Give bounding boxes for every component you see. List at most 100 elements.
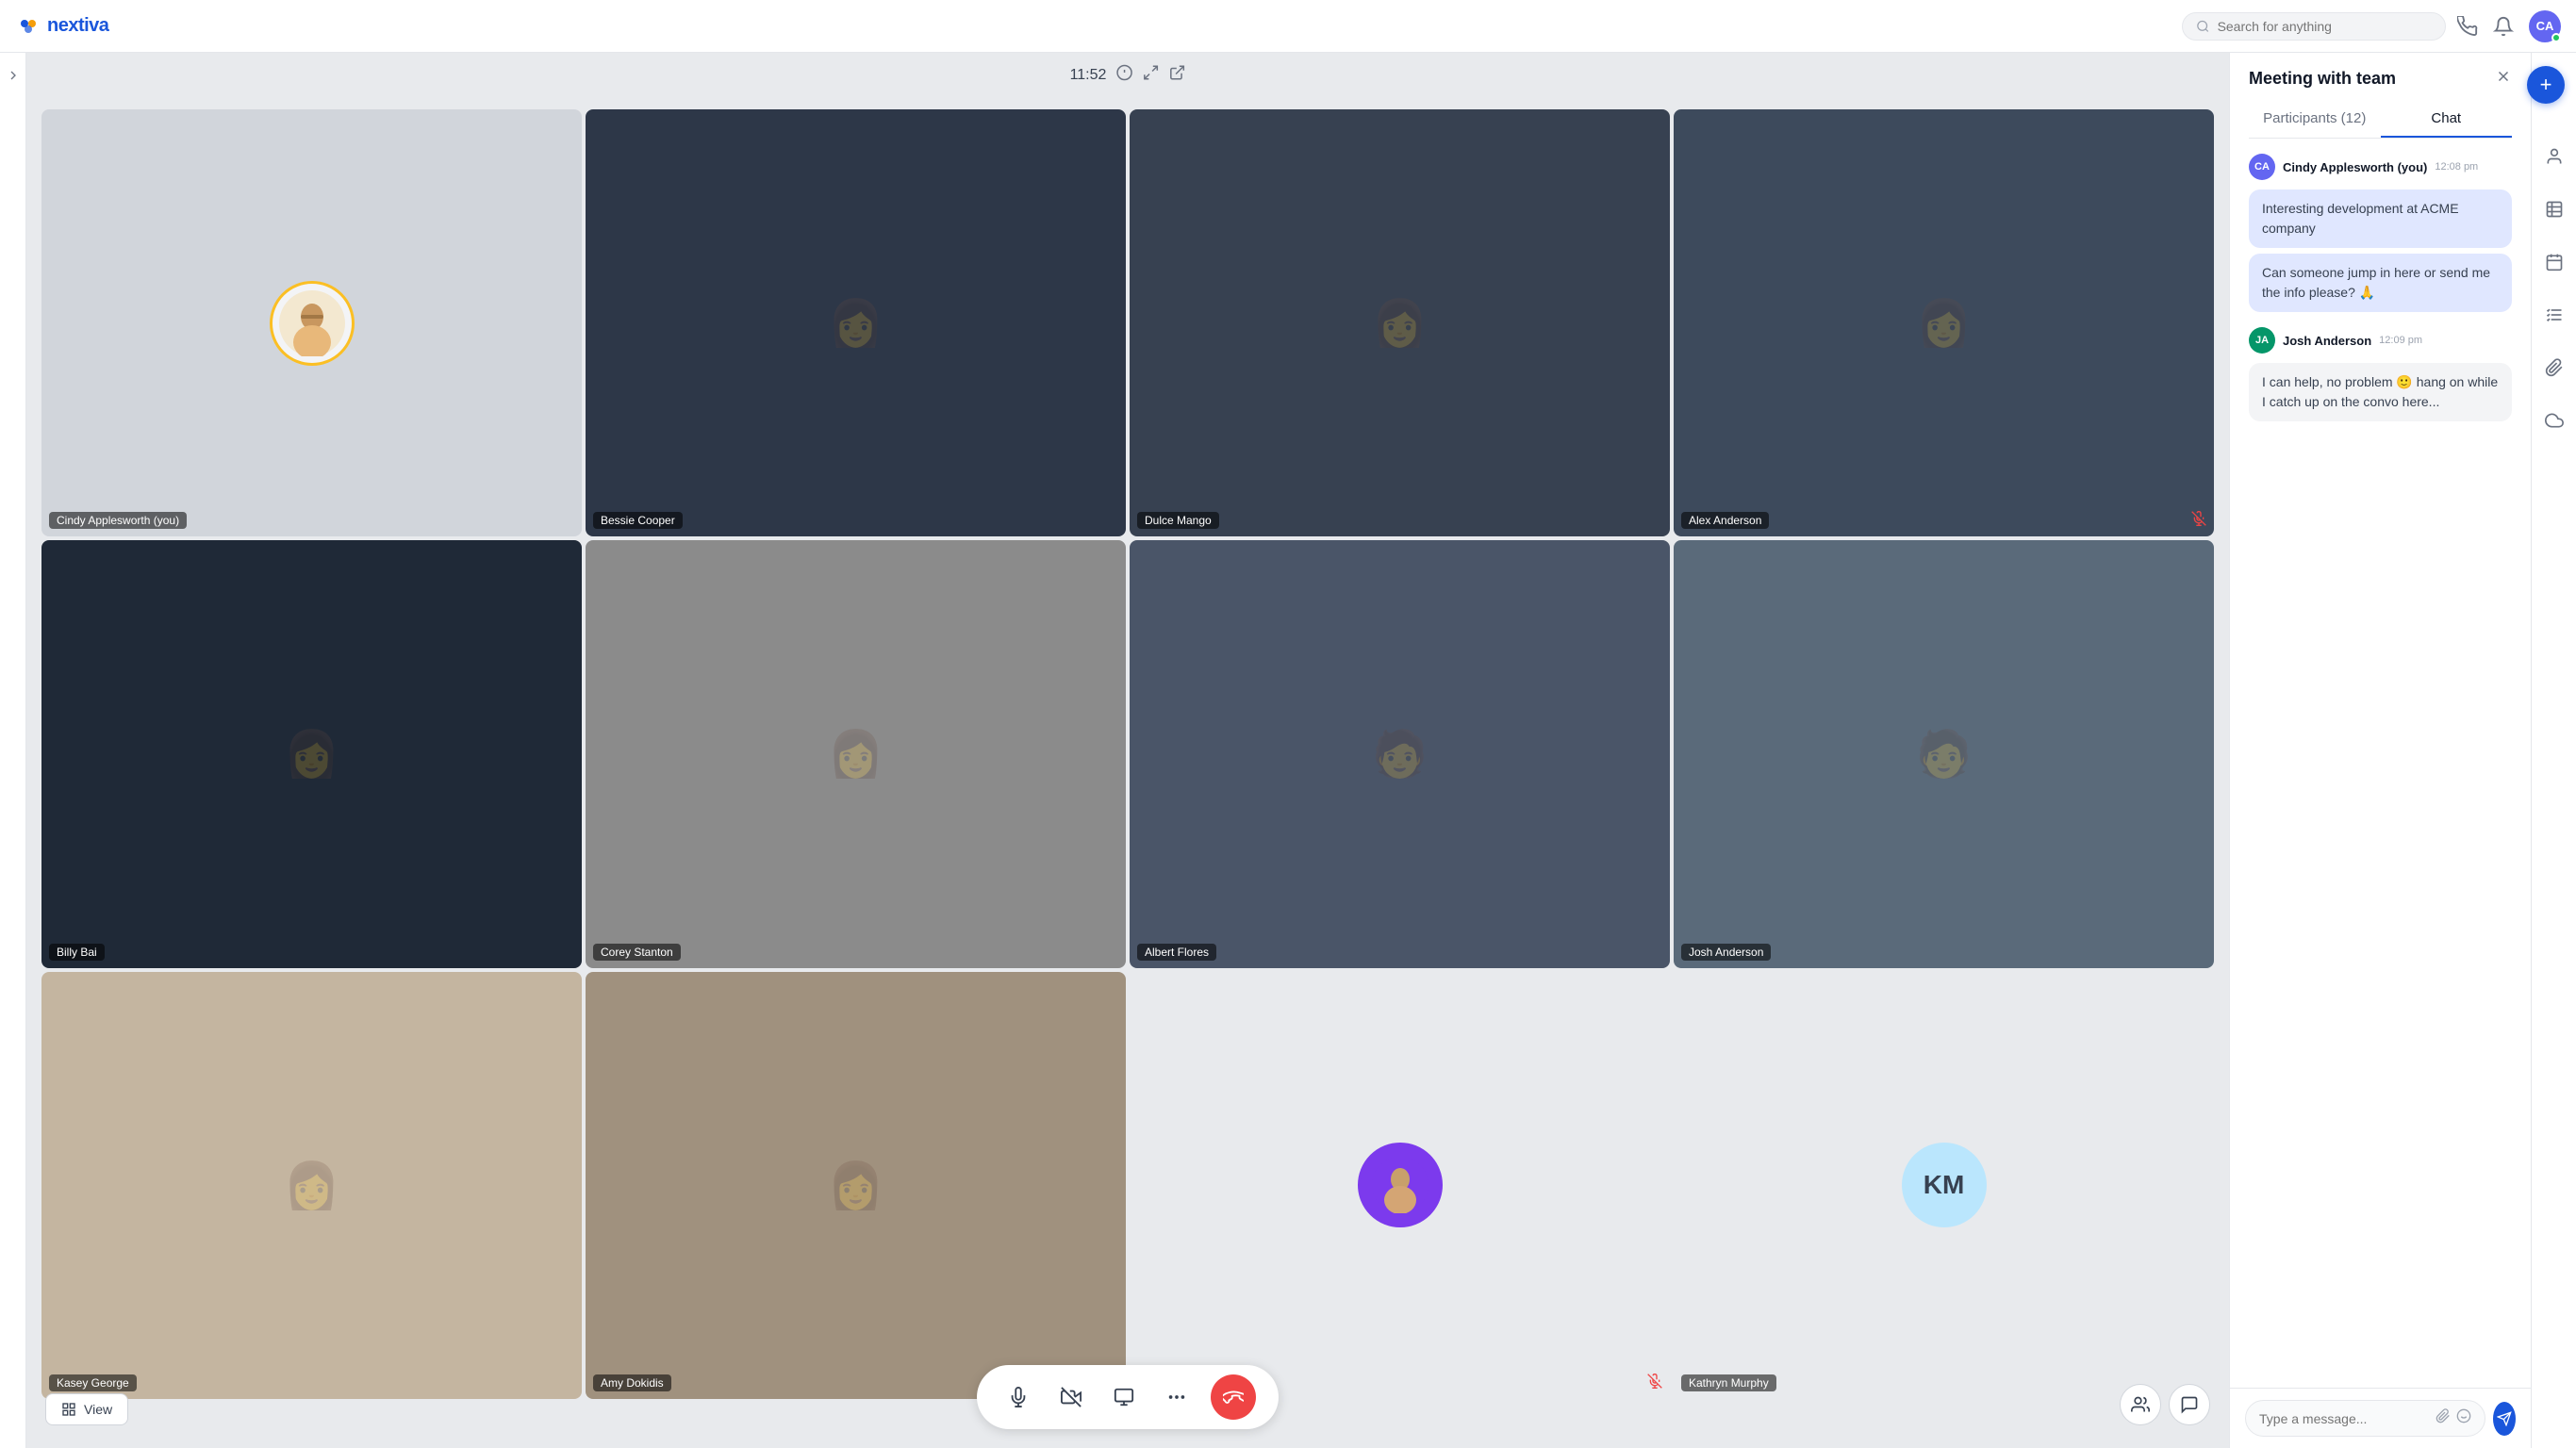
video-cell-alex[interactable]: 👩 Alex Anderson bbox=[1674, 109, 2214, 536]
kasey-name: Kasey George bbox=[49, 1374, 137, 1391]
chat-icon bbox=[2180, 1395, 2199, 1414]
mic-button[interactable] bbox=[999, 1378, 1037, 1416]
chat-messages: CA Cindy Applesworth (you) 12:08 pm Inte… bbox=[2230, 139, 2531, 1388]
albert-name: Albert Flores bbox=[1137, 944, 1216, 961]
add-fab[interactable]: + bbox=[2527, 66, 2565, 104]
chat-panel-button[interactable] bbox=[2169, 1384, 2210, 1425]
end-call-button[interactable] bbox=[1211, 1374, 1256, 1420]
grid-icon bbox=[61, 1402, 76, 1417]
tab-participants[interactable]: Participants (12) bbox=[2249, 101, 2381, 138]
video-area: 11:52 bbox=[26, 53, 2229, 1448]
video-cell-dulce[interactable]: 👩 Dulce Mango bbox=[1130, 109, 1670, 536]
phone-button[interactable] bbox=[2457, 16, 2478, 37]
icon-rail: + bbox=[2531, 53, 2576, 1448]
video-cell-kasey[interactable]: 👩 Kasey George bbox=[41, 972, 582, 1399]
cindy-msg-avatar: CA bbox=[2249, 154, 2275, 180]
send-icon bbox=[2497, 1411, 2512, 1426]
cindy-placeholder bbox=[41, 109, 582, 536]
rail-table-icon[interactable] bbox=[2537, 192, 2571, 226]
bell-icon bbox=[2493, 16, 2514, 37]
video-cell-albert[interactable]: 🧑 Albert Flores bbox=[1130, 540, 1670, 967]
search-input[interactable] bbox=[2218, 19, 2432, 34]
alex-placeholder: 👩 bbox=[1674, 109, 2214, 536]
rail-cloud-icon[interactable] bbox=[2537, 403, 2571, 437]
message-group-josh: JA Josh Anderson 12:09 pm I can help, no… bbox=[2249, 327, 2512, 421]
alex-mute-icon bbox=[2191, 511, 2206, 529]
rail-tasks-icon[interactable] bbox=[2537, 298, 2571, 332]
panel-title-row: Meeting with team bbox=[2249, 68, 2512, 90]
rail-attach-icon[interactable] bbox=[2537, 351, 2571, 385]
video-cell-josh[interactable]: 🧑 Josh Anderson bbox=[1674, 540, 2214, 967]
panel-close-button[interactable] bbox=[2495, 68, 2512, 90]
cindy-bubble-1: Interesting development at ACME company bbox=[2249, 189, 2512, 248]
notifications-button[interactable] bbox=[2493, 16, 2514, 37]
video-toggle-button[interactable] bbox=[1052, 1378, 1090, 1416]
logo-text: nextiva bbox=[47, 15, 108, 37]
participants-chat-buttons bbox=[2120, 1384, 2210, 1425]
video-cell-cindy[interactable]: Cindy Applesworth (you) bbox=[41, 109, 582, 536]
kathryn-name: Kathryn Murphy bbox=[1681, 1374, 1776, 1391]
header: nextiva CA bbox=[0, 0, 2576, 53]
share-screen-button[interactable] bbox=[1105, 1378, 1143, 1416]
table-icon bbox=[2545, 200, 2564, 219]
view-label: View bbox=[84, 1402, 112, 1417]
rail-calendar-icon[interactable] bbox=[2537, 245, 2571, 279]
contact-icon bbox=[2545, 147, 2564, 166]
user-avatar[interactable]: CA bbox=[2529, 10, 2561, 42]
info-icon[interactable] bbox=[1115, 64, 1132, 86]
josh-msg-avatar: JA bbox=[2249, 327, 2275, 354]
amy-name: Amy Dokidis bbox=[593, 1374, 671, 1391]
logo-icon bbox=[15, 13, 41, 40]
panel-header: Meeting with team Participants (12) Chat bbox=[2230, 53, 2531, 139]
josh-msg-name: Josh Anderson bbox=[2283, 334, 2371, 348]
video-cell-bessie[interactable]: 👩 Bessie Cooper bbox=[586, 109, 1126, 536]
cindy-msg-name: Cindy Applesworth (you) bbox=[2283, 160, 2427, 174]
header-icons: CA bbox=[2457, 10, 2561, 42]
alex-name: Alex Anderson bbox=[1681, 512, 1769, 529]
external-icon[interactable] bbox=[1168, 64, 1185, 86]
message-group-cindy: CA Cindy Applesworth (you) 12:08 pm Inte… bbox=[2249, 154, 2512, 312]
cheyenne-mute-icon bbox=[1647, 1374, 1662, 1391]
avatar-initials: CA bbox=[2536, 19, 2554, 33]
panel-title: Meeting with team bbox=[2249, 69, 2396, 89]
tab-chat[interactable]: Chat bbox=[2381, 101, 2513, 138]
video-cell-amy[interactable]: 👩 Amy Dokidis bbox=[586, 972, 1126, 1399]
logo: nextiva bbox=[15, 13, 108, 40]
josh-bubble-1: I can help, no problem 🙂 hang on while I… bbox=[2249, 363, 2512, 421]
toggle-button[interactable] bbox=[6, 68, 21, 86]
corey-placeholder: 👩 bbox=[586, 540, 1126, 967]
cindy-name: Cindy Applesworth (you) bbox=[49, 512, 187, 529]
dulce-placeholder: 👩 bbox=[1130, 109, 1670, 536]
kasey-placeholder: 👩 bbox=[41, 972, 582, 1399]
rail-contact-icon[interactable] bbox=[2537, 140, 2571, 173]
chat-input-wrap[interactable] bbox=[2245, 1400, 2485, 1437]
bessie-placeholder: 👩 bbox=[586, 109, 1126, 536]
bessie-name: Bessie Cooper bbox=[593, 512, 683, 529]
end-call-icon bbox=[1223, 1387, 1244, 1407]
calendar-icon bbox=[2545, 253, 2564, 272]
josh-name: Josh Anderson bbox=[1681, 944, 1771, 961]
video-timer: 11:52 bbox=[1070, 64, 1186, 86]
control-bar bbox=[977, 1365, 1279, 1429]
pin-icon[interactable] bbox=[1142, 64, 1159, 86]
amy-placeholder: 👩 bbox=[586, 972, 1126, 1399]
chat-input[interactable] bbox=[2259, 1411, 2430, 1426]
dulce-name: Dulce Mango bbox=[1137, 512, 1219, 529]
josh-sender-row: JA Josh Anderson 12:09 pm bbox=[2249, 327, 2512, 354]
search-bar[interactable] bbox=[2182, 12, 2446, 41]
participants-button[interactable] bbox=[2120, 1384, 2161, 1425]
cindy-avatar bbox=[270, 281, 355, 366]
sidebar-toggle[interactable] bbox=[0, 53, 26, 1448]
attachment-icon[interactable] bbox=[2436, 1408, 2451, 1428]
corey-name: Corey Stanton bbox=[593, 944, 681, 961]
send-button[interactable] bbox=[2493, 1402, 2516, 1436]
video-cell-corey[interactable]: 👩 Corey Stanton bbox=[586, 540, 1126, 967]
more-options-button[interactable] bbox=[1158, 1378, 1196, 1416]
view-button[interactable]: View bbox=[45, 1393, 128, 1425]
video-cell-cheyenne[interactable]: Cheyenne Kenter bbox=[1130, 972, 1670, 1399]
emoji-icon[interactable] bbox=[2456, 1408, 2471, 1428]
more-icon bbox=[1166, 1387, 1187, 1407]
paperclip-icon bbox=[2545, 358, 2564, 377]
video-cell-kathryn[interactable]: KM Kathryn Murphy bbox=[1674, 972, 2214, 1399]
video-cell-billy[interactable]: 👩 Billy Bai bbox=[41, 540, 582, 967]
